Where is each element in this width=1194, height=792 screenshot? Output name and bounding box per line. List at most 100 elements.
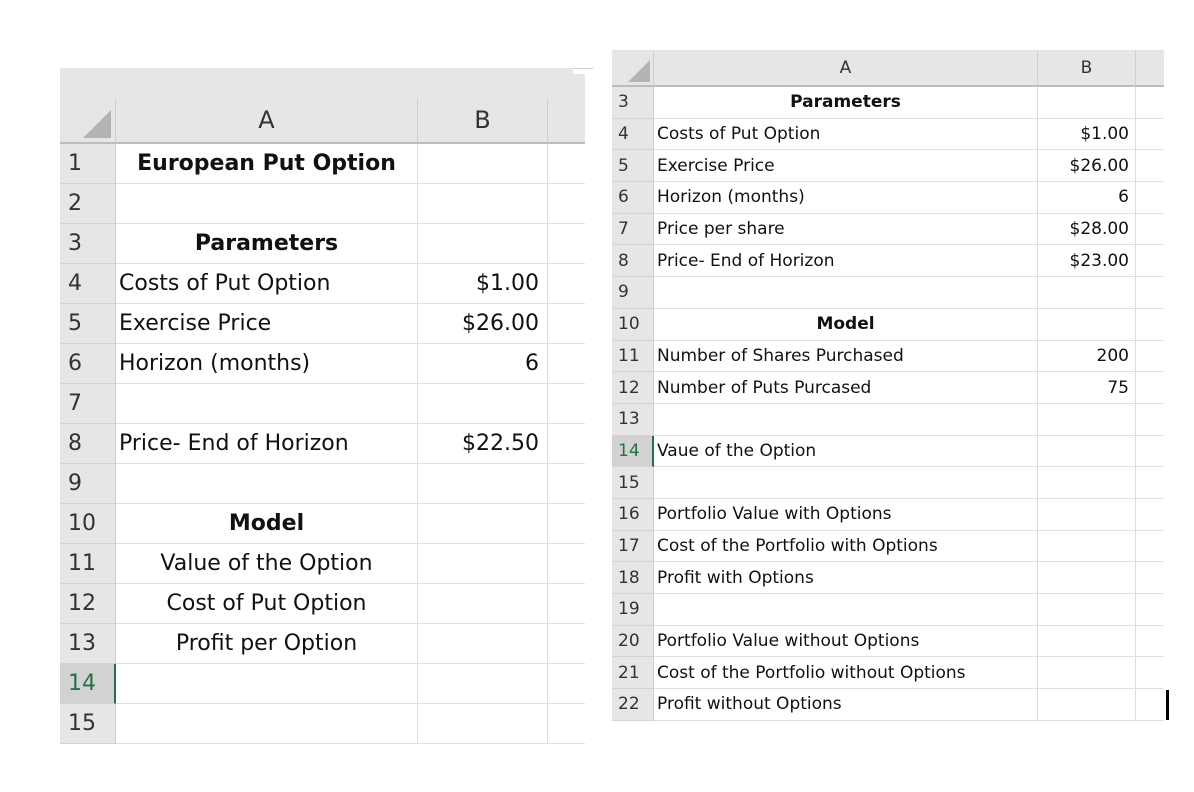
cell-b[interactable] — [418, 544, 548, 584]
cell-c[interactable] — [1136, 689, 1164, 721]
row-header[interactable]: 12 — [612, 372, 654, 404]
cell-c[interactable] — [548, 544, 585, 584]
cell-b[interactable] — [1038, 87, 1136, 119]
cell-a[interactable]: Model — [116, 504, 418, 544]
cell-a[interactable]: Profit without Options — [654, 689, 1038, 721]
cell-a[interactable] — [116, 464, 418, 504]
cell-a[interactable]: Price per share — [654, 213, 1038, 246]
cell-c[interactable] — [1136, 309, 1164, 341]
row-header[interactable]: 4 — [612, 118, 654, 151]
cell-b[interactable] — [418, 184, 548, 224]
row-header[interactable]: 16 — [612, 498, 654, 531]
cell-a[interactable] — [654, 403, 1038, 436]
cell-c[interactable] — [1136, 214, 1164, 246]
cell-b[interactable] — [1038, 689, 1136, 721]
cell-a[interactable]: Model — [654, 308, 1038, 341]
cell-c[interactable] — [1136, 87, 1164, 119]
cell-c[interactable] — [1136, 372, 1164, 404]
cell-a[interactable]: Costs of Put Option — [654, 118, 1038, 151]
cell-a[interactable]: Value of the Option — [116, 544, 418, 584]
row-header[interactable]: 11 — [612, 340, 654, 373]
row-header[interactable]: 4 — [60, 264, 116, 304]
row-header[interactable]: 3 — [612, 87, 654, 119]
cell-c[interactable] — [548, 264, 585, 304]
cell-c[interactable] — [548, 384, 585, 424]
cell-c[interactable] — [1136, 594, 1164, 626]
cell-a[interactable] — [116, 704, 418, 744]
cell-a[interactable]: Portfolio Value without Options — [654, 625, 1038, 658]
row-header[interactable]: 18 — [612, 562, 654, 594]
cell-b[interactable] — [1038, 308, 1136, 341]
row-header[interactable]: 22 — [612, 689, 654, 721]
cell-a[interactable]: Profit with Options — [654, 562, 1038, 594]
cell-a[interactable]: Horizon (months) — [116, 344, 418, 384]
cell-a[interactable]: Cost of the Portfolio with Options — [654, 530, 1038, 563]
cell-b[interactable] — [1038, 625, 1136, 658]
cell-b[interactable] — [418, 664, 548, 704]
column-header-a[interactable]: A — [116, 98, 418, 144]
cell-b[interactable]: $26.00 — [1038, 150, 1136, 183]
cell-c[interactable] — [1136, 119, 1164, 151]
row-header[interactable]: 6 — [612, 182, 654, 214]
row-header[interactable]: 8 — [612, 245, 654, 278]
row-header[interactable]: 5 — [60, 304, 116, 344]
cell-a[interactable] — [116, 664, 418, 704]
select-all-button[interactable] — [612, 50, 654, 87]
row-header[interactable]: 13 — [612, 403, 654, 436]
cell-b[interactable]: $23.00 — [1038, 245, 1136, 278]
cell-b[interactable] — [418, 224, 548, 264]
cell-b[interactable] — [1038, 657, 1136, 690]
row-header[interactable]: 10 — [60, 504, 116, 544]
cell-c[interactable] — [548, 664, 585, 704]
row-header[interactable]: 9 — [60, 464, 116, 504]
cell-b[interactable] — [418, 704, 548, 744]
row-header[interactable]: 15 — [612, 467, 654, 499]
cell-a[interactable]: Horizon (months) — [654, 182, 1038, 214]
cell-c[interactable] — [548, 184, 585, 224]
cell-c[interactable] — [548, 624, 585, 664]
cell-a[interactable]: Number of Puts Purcased — [654, 372, 1038, 404]
cell-c[interactable] — [548, 504, 585, 544]
cell-a[interactable]: Parameters — [116, 224, 418, 264]
cell-a[interactable]: Vaue of the Option — [654, 435, 1038, 468]
cell-c[interactable] — [548, 224, 585, 264]
cell-b[interactable] — [418, 624, 548, 664]
cell-b[interactable] — [1038, 530, 1136, 563]
cell-b[interactable]: 75 — [1038, 372, 1136, 404]
row-header[interactable]: 12 — [60, 584, 116, 624]
cell-c[interactable] — [1136, 404, 1164, 436]
cell-a[interactable]: Cost of Put Option — [116, 584, 418, 624]
cell-c[interactable] — [548, 144, 585, 184]
row-header[interactable]: 5 — [612, 150, 654, 183]
cell-c[interactable] — [548, 704, 585, 744]
cell-c[interactable] — [548, 464, 585, 504]
row-header[interactable]: 1 — [60, 144, 116, 184]
cell-b[interactable]: 200 — [1038, 340, 1136, 373]
cell-a[interactable]: Portfolio Value with Options — [654, 498, 1038, 531]
cell-b[interactable] — [1038, 277, 1136, 309]
cell-c[interactable] — [548, 344, 585, 384]
cell-c[interactable] — [1136, 562, 1164, 594]
cell-a[interactable]: Parameters — [654, 87, 1038, 119]
column-header-c[interactable] — [1136, 50, 1164, 87]
row-header[interactable]: 7 — [60, 384, 116, 424]
cell-c[interactable] — [548, 584, 585, 624]
row-header[interactable]: 9 — [612, 277, 654, 309]
cell-c[interactable] — [1136, 182, 1164, 214]
cell-c[interactable] — [1136, 467, 1164, 499]
cell-a[interactable] — [654, 594, 1038, 626]
cell-c[interactable] — [548, 424, 585, 464]
cell-b[interactable]: $26.00 — [418, 304, 548, 344]
column-header-a[interactable]: A — [654, 50, 1038, 87]
cell-a[interactable]: Price- End of Horizon — [116, 424, 418, 464]
row-header[interactable]: 20 — [612, 625, 654, 658]
cell-b[interactable]: $1.00 — [1038, 118, 1136, 151]
cell-c[interactable] — [1136, 277, 1164, 309]
row-header[interactable]: 14 — [60, 664, 116, 704]
cell-b[interactable] — [1038, 562, 1136, 594]
column-header-b[interactable]: B — [1038, 50, 1136, 87]
row-header[interactable]: 3 — [60, 224, 116, 264]
cell-c[interactable] — [1136, 499, 1164, 531]
row-header[interactable]: 11 — [60, 544, 116, 584]
cell-b[interactable] — [1038, 435, 1136, 468]
